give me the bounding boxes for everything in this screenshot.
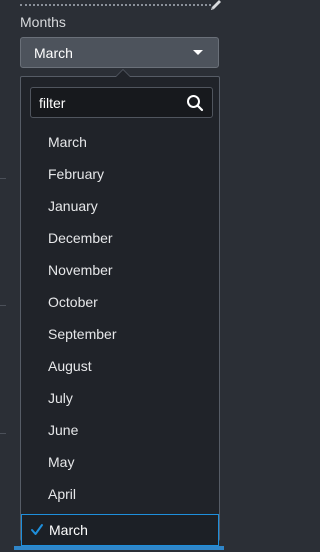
background-divider bbox=[0, 433, 6, 434]
list-item[interactable]: May bbox=[21, 446, 219, 478]
option-list: March February January December November… bbox=[21, 126, 219, 546]
dropdown-pointer bbox=[115, 69, 131, 77]
caret-down-icon bbox=[193, 50, 203, 55]
list-item[interactable]: June bbox=[21, 414, 219, 446]
list-item[interactable]: January bbox=[21, 190, 219, 222]
list-item[interactable]: July bbox=[21, 382, 219, 414]
search-icon[interactable] bbox=[186, 94, 204, 112]
list-item[interactable]: April bbox=[21, 478, 219, 510]
selected-list-item[interactable]: March bbox=[21, 514, 219, 546]
months-select[interactable]: March bbox=[20, 37, 219, 68]
background-divider bbox=[0, 305, 6, 306]
pencil-icon[interactable] bbox=[209, 0, 223, 12]
list-item[interactable]: March bbox=[21, 126, 219, 158]
list-item[interactable]: October bbox=[21, 286, 219, 318]
list-item[interactable]: November bbox=[21, 254, 219, 286]
background-divider bbox=[0, 178, 6, 179]
filter-field[interactable] bbox=[30, 87, 213, 118]
selected-value: March bbox=[34, 44, 73, 61]
list-item[interactable]: December bbox=[21, 222, 219, 254]
active-indicator-bar bbox=[14, 546, 224, 550]
list-item[interactable]: September bbox=[21, 318, 219, 350]
check-icon bbox=[31, 524, 43, 535]
selected-option-label: March bbox=[49, 522, 88, 538]
months-filter-panel: Months March March February January Dece… bbox=[0, 0, 225, 552]
section-divider bbox=[20, 4, 211, 6]
dropdown-menu: March February January December November… bbox=[20, 69, 220, 546]
list-item[interactable]: February bbox=[21, 158, 219, 190]
filter-input[interactable] bbox=[39, 94, 186, 111]
field-label: Months bbox=[20, 14, 66, 30]
list-item[interactable]: August bbox=[21, 350, 219, 382]
